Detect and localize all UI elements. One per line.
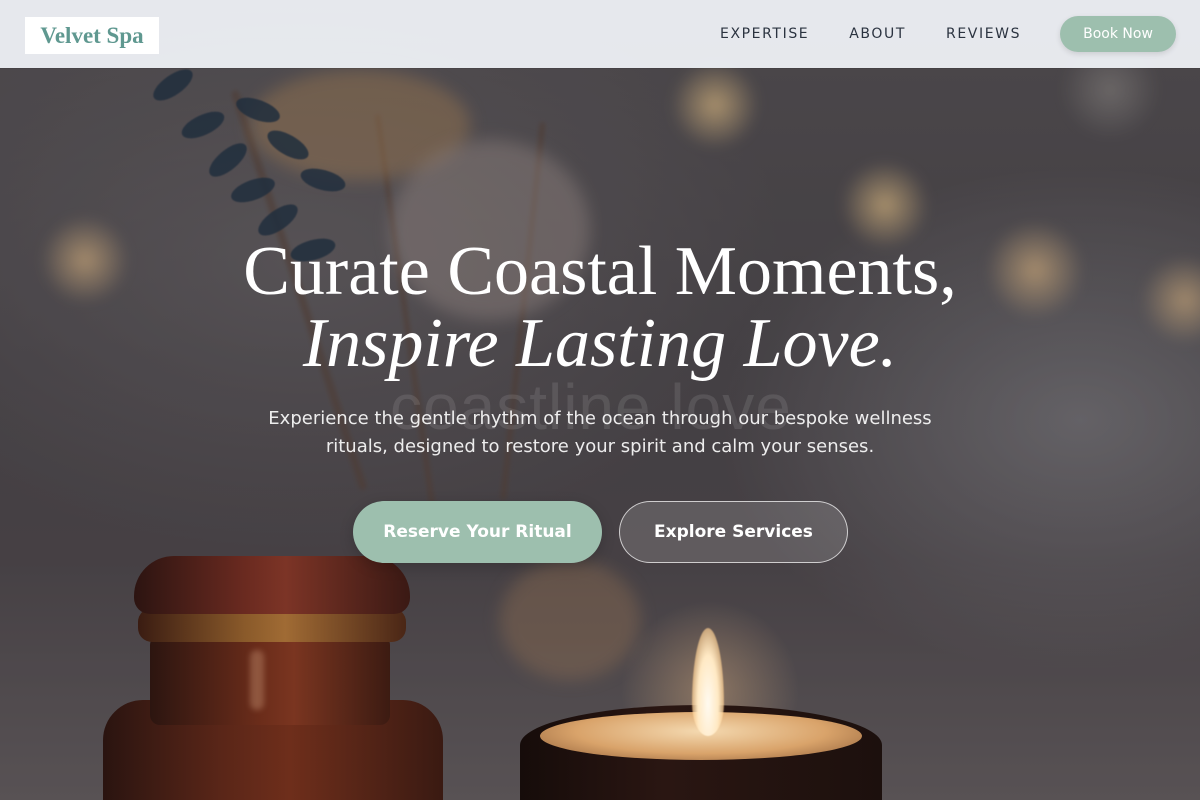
- hero-headline: Curate Coastal Moments, Inspire Lasting …: [0, 236, 1200, 380]
- reserve-ritual-button[interactable]: Reserve Your Ritual: [353, 501, 602, 563]
- book-now-button[interactable]: Book Now: [1060, 16, 1176, 52]
- hero-headline-line1: Curate Coastal Moments,: [243, 233, 957, 310]
- site-header: Velvet Spa EXPERTISE ABOUT REVIEWS Book …: [0, 0, 1200, 68]
- jar-highlight: [250, 650, 264, 710]
- nav-link-reviews[interactable]: REVIEWS: [946, 26, 1021, 42]
- hero-subtitle: Experience the gentle rhythm of the ocea…: [268, 408, 932, 457]
- nav-link-expertise[interactable]: EXPERTISE: [720, 26, 809, 42]
- nav-link-about[interactable]: ABOUT: [849, 26, 906, 42]
- brand-logo[interactable]: Velvet Spa: [25, 17, 159, 54]
- hero-background-image: coastline love: [0, 0, 1200, 800]
- brand-name: Velvet Spa: [40, 22, 144, 48]
- amber-jar-lid: [134, 556, 410, 614]
- main-nav: EXPERTISE ABOUT REVIEWS: [700, 0, 1041, 68]
- hero-headline-line2: Inspire Lasting Love.: [302, 305, 898, 382]
- explore-services-button[interactable]: Explore Services: [619, 501, 848, 563]
- amber-jar-neck: [150, 635, 390, 725]
